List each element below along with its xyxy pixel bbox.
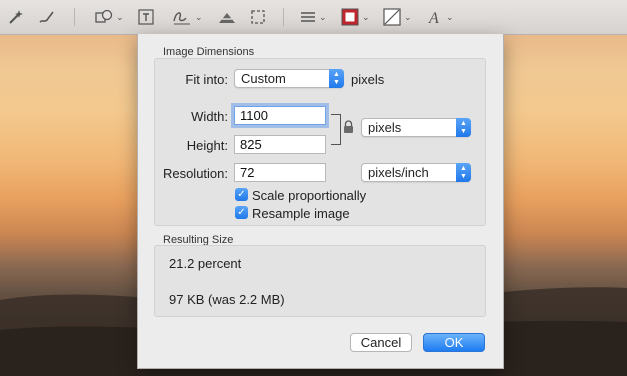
sketch-tool[interactable] <box>38 7 56 27</box>
line-style-icon <box>301 12 315 22</box>
chevron-down-icon: ⌄ <box>319 11 327 22</box>
chevron-down-icon: ⌄ <box>116 11 124 22</box>
toolbar-separator <box>74 8 75 26</box>
adjust-color-icon <box>219 13 235 23</box>
adjust-size-dialog: Image Dimensions Fit into: Custom ▲ ▼ pix… <box>137 34 504 369</box>
popup-arrows-icon: ▲ ▼ <box>456 118 471 137</box>
fit-into-label: Fit into: <box>185 72 228 87</box>
fit-into-value: Custom <box>241 71 286 86</box>
adjust-color-tool[interactable] <box>218 7 236 27</box>
resolution-field[interactable] <box>234 163 326 182</box>
markup-toolbar: ⌄ ⌄ ⌄ ⌄ ⌄ A ⌄ <box>0 0 627 35</box>
toolbar-separator <box>283 8 284 26</box>
fit-into-popup[interactable]: Custom ▲ ▼ <box>234 69 344 88</box>
scale-proportionally-checkbox[interactable]: ✓ <box>235 188 248 201</box>
chevron-down-icon: ⌄ <box>446 11 454 22</box>
percent-text: 21.2 percent <box>169 256 242 271</box>
sign-icon <box>173 12 190 25</box>
text-style-tool[interactable]: A ⌄ <box>427 7 454 27</box>
chevron-down-icon: ⌄ <box>362 11 370 22</box>
popup-arrows-icon: ▲ ▼ <box>329 69 344 88</box>
pen-icon <box>39 11 54 23</box>
magic-wand-icon <box>9 10 23 24</box>
text-tool[interactable] <box>138 7 154 27</box>
scale-proportionally-label: Scale proportionally <box>252 188 367 203</box>
text-style-icon: A <box>428 10 439 25</box>
chevron-down-icon: ⌄ <box>404 11 412 22</box>
width-field[interactable] <box>234 106 326 125</box>
crop-icon <box>251 10 265 24</box>
height-field[interactable] <box>234 135 326 154</box>
fill-color-tool[interactable]: ⌄ <box>383 7 412 27</box>
line-style-tool[interactable]: ⌄ <box>300 7 327 27</box>
cancel-button[interactable]: Cancel <box>350 333 412 352</box>
svg-text:A: A <box>428 10 439 25</box>
ok-button[interactable]: OK <box>423 333 485 352</box>
resolution-unit-popup[interactable]: pixels/inch ▲ ▼ <box>361 163 471 182</box>
height-label: Height: <box>186 138 228 153</box>
chevron-down-icon: ⌄ <box>195 11 203 22</box>
image-dimensions-title: Image Dimensions <box>163 46 255 58</box>
magic-wand-tool[interactable] <box>8 7 24 27</box>
size-text: 97 KB (was 2.2 MB) <box>169 292 285 307</box>
text-icon <box>138 9 154 25</box>
lock-icon[interactable] <box>343 120 354 137</box>
fit-into-unit: pixels <box>351 72 385 87</box>
sign-tool[interactable]: ⌄ <box>172 7 203 27</box>
resample-image-checkbox[interactable]: ✓ <box>235 206 248 219</box>
popup-arrows-icon: ▲ ▼ <box>456 163 471 182</box>
proportion-bracket <box>331 114 341 145</box>
crop-tool[interactable] <box>250 7 266 27</box>
resolution-unit-value: pixels/inch <box>368 165 429 180</box>
resolution-label: Resolution: <box>162 166 228 181</box>
border-color-tool[interactable]: ⌄ <box>341 7 370 27</box>
fill-color-icon <box>383 8 401 26</box>
shapes-tool[interactable]: ⌄ <box>95 7 124 27</box>
size-unit-value: pixels <box>368 120 402 135</box>
resample-image-label: Resample image <box>252 206 350 221</box>
shapes-icon <box>95 9 113 23</box>
width-label: Width: <box>191 109 228 124</box>
size-unit-popup[interactable]: pixels ▲ ▼ <box>361 118 471 137</box>
border-color-icon <box>341 8 359 26</box>
